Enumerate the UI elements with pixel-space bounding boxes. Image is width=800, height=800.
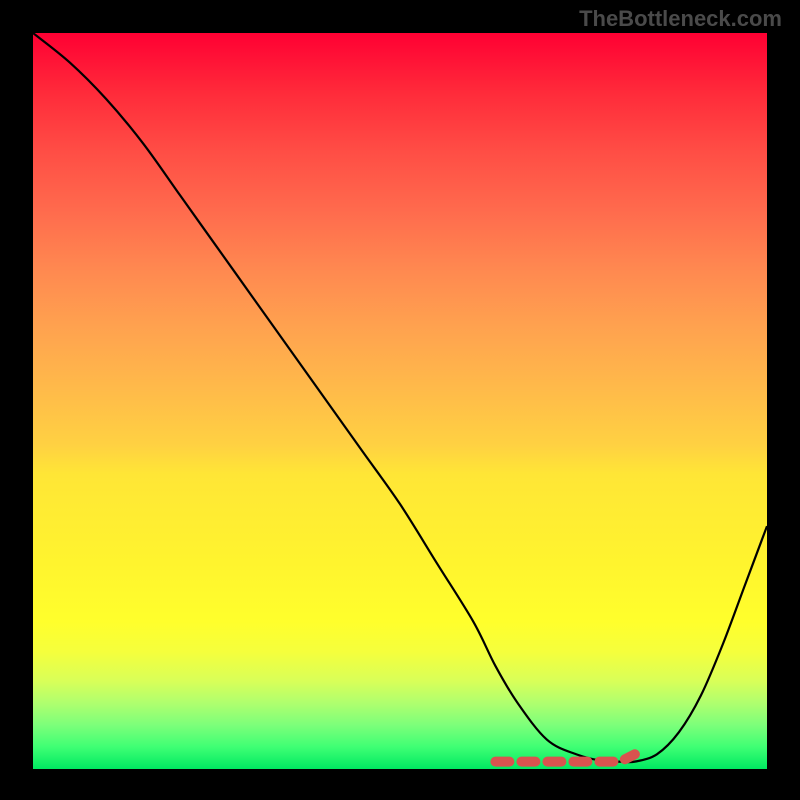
- bottleneck-curve-line: [33, 33, 767, 762]
- optimal-range-marker-line: [495, 754, 634, 761]
- watermark-text: TheBottleneck.com: [579, 6, 782, 32]
- chart-svg: [33, 33, 767, 769]
